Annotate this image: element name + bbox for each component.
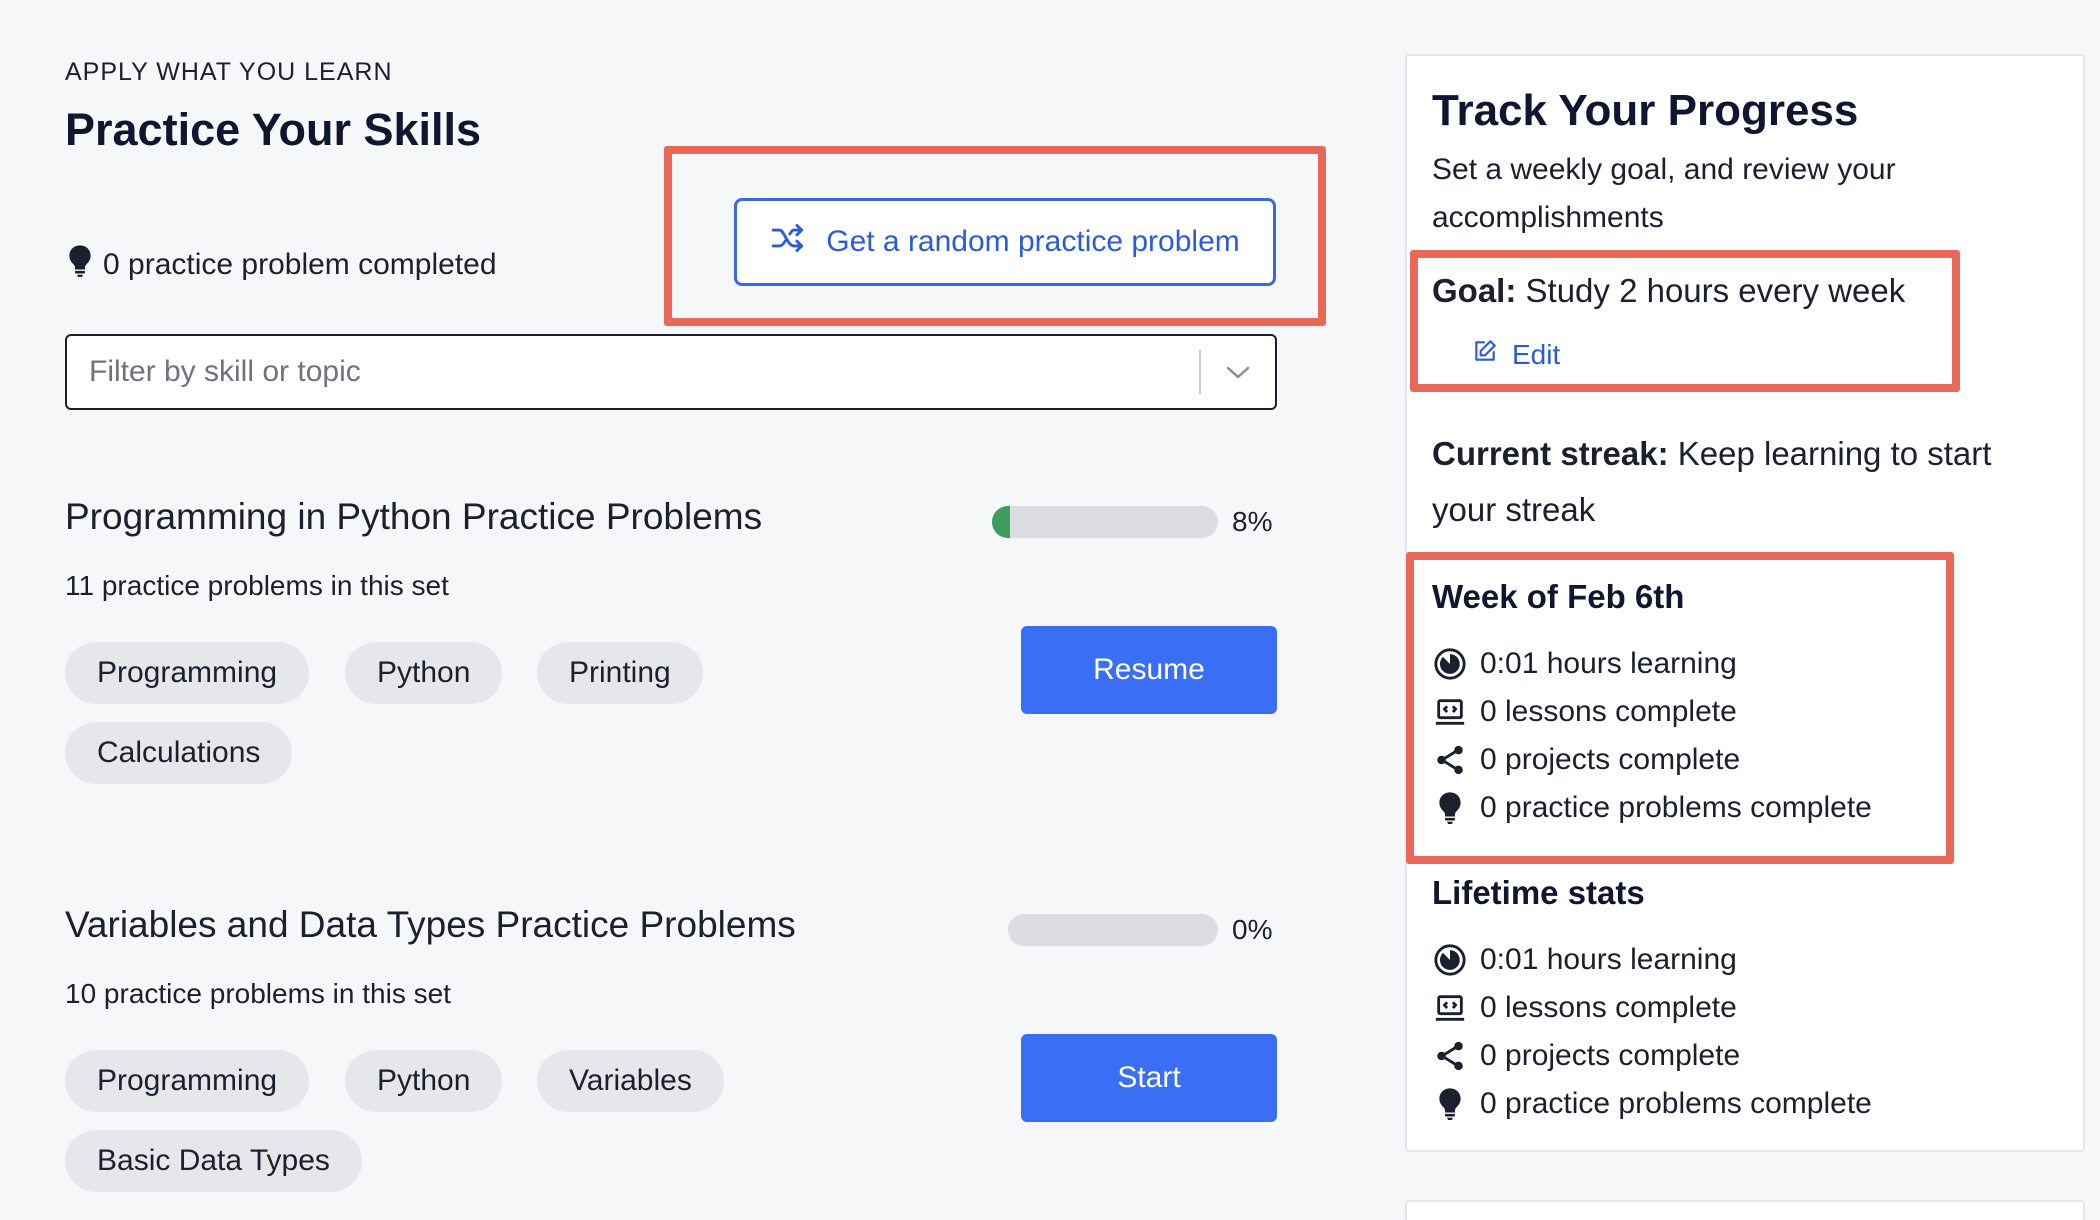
stat-text: 0:01 hours learning: [1480, 943, 1737, 976]
streak-label: Current streak:: [1432, 435, 1669, 472]
stat-row: 0:01 hours learning: [1432, 936, 1872, 984]
laptop-icon: [1432, 694, 1468, 730]
tag-chip[interactable]: Programming: [65, 642, 310, 704]
share-icon: [1432, 1038, 1468, 1074]
stat-text: 0 projects complete: [1480, 1039, 1741, 1072]
edit-goal-link[interactable]: Edit: [1472, 338, 1560, 371]
edit-label: Edit: [1512, 338, 1561, 370]
panel-title: Track Your Progress: [1432, 86, 1859, 135]
clock-icon: [1432, 646, 1468, 682]
completed-text: 0 practice problem completed: [103, 248, 497, 281]
share-icon: [1432, 742, 1468, 778]
tag-chip[interactable]: Variables: [537, 1050, 724, 1112]
progress-percent: 0%: [1232, 914, 1273, 945]
lifetime-stats: 0:01 hours learning 0 lessons complete 0…: [1432, 936, 1872, 1128]
tag-chip[interactable]: Basic Data Types: [65, 1130, 362, 1192]
lifetime-title: Lifetime stats: [1432, 874, 1645, 911]
random-practice-label: Get a random practice problem: [826, 225, 1240, 258]
stat-row: 0 practice problems complete: [1432, 784, 1872, 832]
set-count: 10 practice problems in this set: [65, 978, 451, 1009]
goal-value: Study 2 hours every week: [1525, 272, 1906, 309]
stat-text: 0 projects complete: [1480, 743, 1741, 776]
stat-text: 0 practice problems complete: [1480, 791, 1872, 824]
week-title: Week of Feb 6th: [1432, 578, 1685, 615]
progress-percent: 8%: [1232, 506, 1273, 537]
tag-chip[interactable]: Python: [345, 642, 503, 704]
tag-chip[interactable]: Printing: [537, 642, 703, 704]
lightbulb-icon: [1432, 1086, 1468, 1122]
stat-row: 0 lessons complete: [1432, 688, 1872, 736]
edit-icon: [1472, 338, 1498, 371]
week-stats: 0:01 hours learning 0 lessons complete 0…: [1432, 640, 1872, 832]
shuffle-icon: [770, 219, 808, 265]
current-streak: Current streak: Keep learning to start y…: [1432, 426, 2042, 538]
laptop-icon: [1432, 990, 1468, 1026]
progress-fill: [992, 506, 1011, 538]
start-button[interactable]: Start: [1021, 1034, 1277, 1122]
tag-chip[interactable]: Calculations: [65, 722, 293, 784]
page-title: Practice Your Skills: [65, 104, 482, 155]
stat-text: 0:01 hours learning: [1480, 647, 1737, 680]
stat-row: 0 projects complete: [1432, 1032, 1872, 1080]
stat-row: 0 practice problems complete: [1432, 1080, 1872, 1128]
tag-chip[interactable]: Programming: [65, 1050, 310, 1112]
lightbulb-icon: [1432, 790, 1468, 826]
progress-bar: [992, 506, 1218, 538]
stat-text: 0 lessons complete: [1480, 695, 1737, 728]
secondary-panel: [1405, 1200, 2085, 1220]
stat-row: 0 projects complete: [1432, 736, 1872, 784]
set-title: Variables and Data Types Practice Proble…: [65, 904, 796, 945]
completed-count: 0 practice problem completed: [65, 244, 497, 286]
panel-subtitle: Set a weekly goal, and review your accom…: [1432, 153, 1896, 234]
clock-icon: [1432, 942, 1468, 978]
chevron-down-icon[interactable]: [1201, 363, 1275, 381]
filter-input[interactable]: [67, 355, 1199, 389]
section-eyebrow: APPLY WHAT YOU LEARN: [65, 58, 393, 86]
weekly-goal: Goal: Study 2 hours every week: [1432, 272, 1905, 310]
stat-row: 0:01 hours learning: [1432, 640, 1872, 688]
progress-bar: [1008, 914, 1218, 946]
filter-combobox[interactable]: [65, 334, 1277, 410]
tag-chip[interactable]: Python: [345, 1050, 503, 1112]
stat-text: 0 lessons complete: [1480, 991, 1737, 1024]
goal-label: Goal:: [1432, 272, 1517, 309]
random-practice-button[interactable]: Get a random practice problem: [734, 198, 1276, 286]
resume-button[interactable]: Resume: [1021, 626, 1277, 714]
stat-text: 0 practice problems complete: [1480, 1087, 1872, 1120]
stat-row: 0 lessons complete: [1432, 984, 1872, 1032]
set-title: Programming in Python Practice Problems: [65, 496, 763, 537]
lightbulb-icon: [65, 244, 95, 286]
set-count: 11 practice problems in this set: [65, 570, 449, 601]
